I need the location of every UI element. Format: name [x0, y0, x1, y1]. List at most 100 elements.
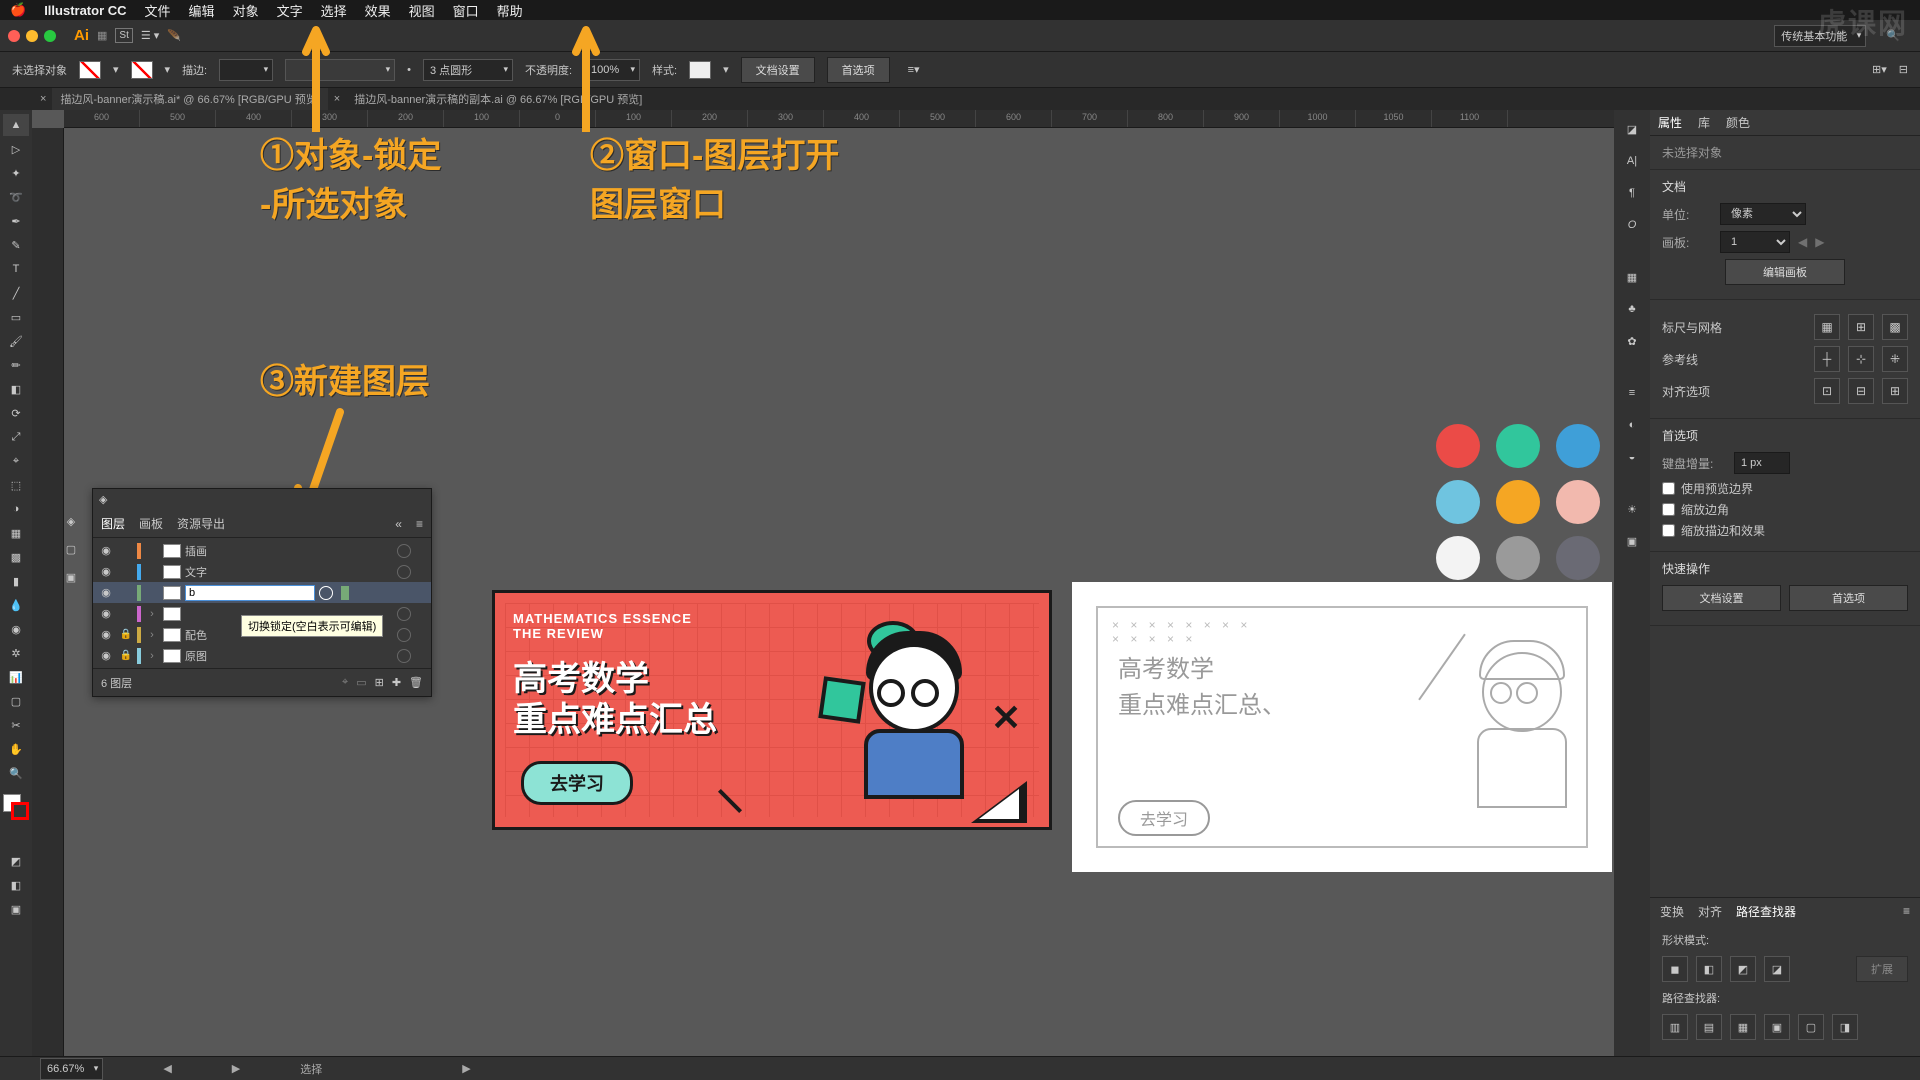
edit-artboards-button[interactable]: 编辑画板 — [1725, 259, 1845, 285]
direct-select-tool-icon[interactable]: ▷ — [3, 138, 29, 160]
panel-group-icon[interactable]: ⊞▾ — [1872, 63, 1887, 76]
layer-row[interactable]: ◉ 🔒 › 原图 — [93, 645, 431, 666]
target-icon[interactable] — [397, 544, 411, 558]
free-transform-tool-icon[interactable]: ⬚ — [3, 474, 29, 496]
layer-row[interactable]: ◉ 文字 — [93, 561, 431, 582]
new-layer-icon[interactable]: ✚ — [392, 676, 401, 689]
artboard-banner[interactable]: MATHEMATICS ESSENCE THE REVIEW 高考数学 重点难点… — [492, 590, 1052, 830]
fill-swatch[interactable] — [79, 61, 101, 79]
menu-window[interactable]: 窗口 — [453, 1, 479, 20]
visibility-toggle-icon[interactable]: ◉ — [97, 628, 115, 641]
stroke-dropdown-icon[interactable]: ▾ — [165, 63, 171, 76]
layers-panel[interactable]: ◈ 图层 画板 资源导出 « ≡ ◉ 插画 ◉ 文字 ◉ ◉ — [92, 488, 432, 697]
tab-color[interactable]: 颜色 — [1726, 114, 1750, 131]
symbol-sprayer-tool-icon[interactable]: ✲ — [3, 642, 29, 664]
chk-scale-strokes[interactable] — [1662, 524, 1675, 537]
tab-close-icon[interactable]: × — [40, 93, 46, 105]
unite-icon[interactable]: ◼ — [1662, 956, 1688, 982]
visibility-toggle-icon[interactable]: ◉ — [97, 586, 115, 599]
gradient-panel-icon[interactable]: ◐ — [1619, 414, 1645, 436]
tab-artboards[interactable]: 画板 — [139, 515, 163, 532]
transparency-panel-icon[interactable]: ◒ — [1619, 446, 1645, 468]
gpu-icon[interactable]: 🪶 — [167, 29, 181, 42]
expand-icon[interactable]: › — [145, 650, 159, 662]
ruler-icon[interactable]: ▦ — [1814, 314, 1840, 340]
grid-icon[interactable]: ⊞ — [1848, 314, 1874, 340]
snap-grid-icon[interactable]: ⊞ — [1882, 378, 1908, 404]
artboards-icon[interactable]: ▢ — [58, 538, 84, 560]
palette-dot[interactable] — [1556, 536, 1600, 580]
zoom-select[interactable]: 66.67% — [40, 1058, 103, 1080]
panel-menu-icon[interactable]: ≡ — [1903, 904, 1910, 918]
make-sublayer-icon[interactable]: ⊞ — [375, 676, 384, 689]
layers-panel-icon[interactable]: ◈ — [99, 493, 107, 506]
window-controls[interactable] — [8, 30, 56, 42]
prefs-button[interactable]: 首选项 — [827, 57, 890, 83]
pen-tool-icon[interactable]: ✒ — [3, 210, 29, 232]
tab-layers[interactable]: 图层 — [101, 515, 125, 532]
tab-asset-export[interactable]: 资源导出 — [177, 515, 225, 532]
hand-tool-icon[interactable]: ✋ — [3, 738, 29, 760]
zoom-tool-icon[interactable]: 🔍 — [3, 762, 29, 784]
tab-properties[interactable]: 属性 — [1658, 114, 1682, 131]
artboard-select[interactable]: 1 — [1720, 231, 1790, 253]
shaper-tool-icon[interactable]: ✏ — [3, 354, 29, 376]
menu-select[interactable]: 选择 — [321, 1, 347, 20]
eraser-tool-icon[interactable]: ◧ — [3, 378, 29, 400]
shape-builder-tool-icon[interactable]: ◑ — [3, 498, 29, 520]
glyphs-panel-icon[interactable]: O — [1619, 214, 1645, 236]
lasso-tool-icon[interactable]: ➰ — [3, 186, 29, 208]
menu-object[interactable]: 对象 — [233, 1, 259, 20]
layer-rename-input[interactable] — [185, 585, 315, 601]
expand-icon[interactable]: › — [145, 629, 159, 641]
paragraph-panel-icon[interactable]: ¶ — [1619, 182, 1645, 204]
palette-dot[interactable] — [1436, 480, 1480, 524]
properties-icon[interactable]: ◪ — [1619, 118, 1645, 140]
palette-dot[interactable] — [1436, 424, 1480, 468]
align-icon[interactable]: ≡▾ — [908, 63, 920, 76]
rectangle-tool-icon[interactable]: ▭ — [3, 306, 29, 328]
visibility-toggle-icon[interactable]: ◉ — [97, 649, 115, 662]
nav-next-icon[interactable]: ▶ — [232, 1062, 240, 1075]
stroke-swatch[interactable] — [131, 61, 153, 79]
snap-point-icon[interactable]: ⊟ — [1848, 378, 1874, 404]
eyedropper-tool-icon[interactable]: 💧 — [3, 594, 29, 616]
quick-docset-button[interactable]: 文档设置 — [1662, 585, 1781, 611]
draw-mode-icon[interactable]: ◧ — [3, 874, 29, 896]
crop-icon[interactable]: ▣ — [1764, 1014, 1790, 1040]
panel-toggle-icon[interactable]: ⊟ — [1899, 63, 1908, 76]
paintbrush-tool-icon[interactable]: 🖌 — [3, 330, 29, 352]
char-panel-icon[interactable]: A| — [1619, 150, 1645, 172]
menu-file[interactable]: 文件 — [145, 1, 171, 20]
gradient-tool-icon[interactable]: ▮ — [3, 570, 29, 592]
guides-show-icon[interactable]: ┼ — [1814, 346, 1840, 372]
clip-mask-icon[interactable]: ▭ — [356, 676, 366, 689]
artboard-sketch[interactable]: × × × × × × × ×× × × × × 高考数学 重点难点汇总、 去学… — [1072, 582, 1612, 872]
merge-icon[interactable]: ▦ — [1730, 1014, 1756, 1040]
minus-back-icon[interactable]: ◨ — [1832, 1014, 1858, 1040]
target-icon[interactable] — [397, 649, 411, 663]
target-icon[interactable] — [397, 607, 411, 621]
tab-libraries[interactable]: 库 — [1698, 114, 1710, 131]
unit-select[interactable]: 像素 — [1720, 203, 1806, 225]
mesh-tool-icon[interactable]: ▩ — [3, 546, 29, 568]
trim-icon[interactable]: ▤ — [1696, 1014, 1722, 1040]
collapse-icon[interactable]: « — [395, 517, 402, 531]
perspective-tool-icon[interactable]: ▦ — [3, 522, 29, 544]
exclude-icon[interactable]: ◪ — [1764, 956, 1790, 982]
magic-wand-tool-icon[interactable]: ✦ — [3, 162, 29, 184]
graph-tool-icon[interactable]: 📊 — [3, 666, 29, 688]
delete-layer-icon[interactable]: 🗑 — [409, 676, 423, 689]
locate-layer-icon[interactable]: ⌖ — [342, 676, 348, 689]
intersect-icon[interactable]: ◩ — [1730, 956, 1756, 982]
chk-preview-bounds[interactable] — [1662, 482, 1675, 495]
palette-dot[interactable] — [1556, 480, 1600, 524]
tab-transform[interactable]: 变换 — [1660, 903, 1684, 920]
style-dropdown-icon[interactable]: ▾ — [723, 63, 729, 76]
bridge-icon[interactable]: ▦ — [97, 29, 107, 42]
lock-toggle-icon[interactable]: 🔒 — [119, 650, 133, 661]
color-well[interactable] — [3, 794, 29, 820]
menu-effect[interactable]: 效果 — [365, 1, 391, 20]
layers-icon[interactable]: ◈ — [58, 510, 84, 532]
smart-guides-icon[interactable]: ⁜ — [1882, 346, 1908, 372]
